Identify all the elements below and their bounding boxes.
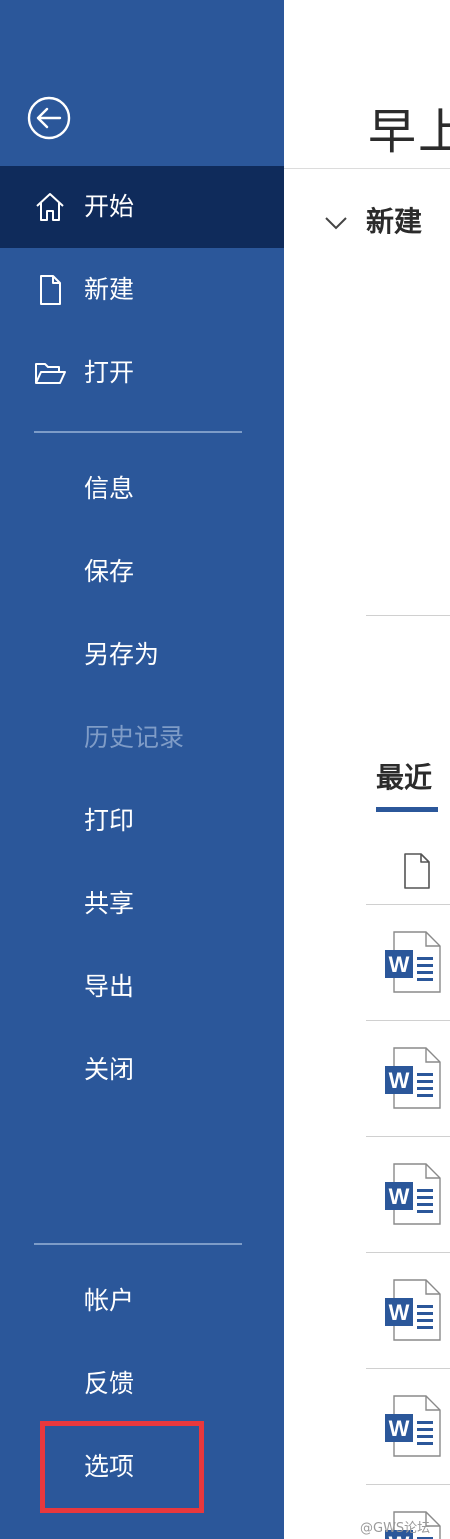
sidebar-item-new[interactable]: 新建 bbox=[0, 249, 284, 331]
open-folder-icon bbox=[35, 363, 66, 384]
sidebar-item-label: 打印 bbox=[84, 806, 135, 835]
sidebar-item-share[interactable]: 共享 bbox=[0, 863, 284, 945]
back-arrow-icon[interactable] bbox=[27, 96, 71, 140]
tab-recent[interactable]: 最近 bbox=[376, 756, 432, 796]
sidebar-item-open[interactable]: 打开 bbox=[0, 332, 284, 414]
recent-file-row[interactable]: W bbox=[366, 1136, 450, 1252]
sidebar-item-label: 开始 bbox=[84, 192, 135, 221]
sidebar-item-label: 历史记录 bbox=[84, 723, 185, 752]
sidebar-divider bbox=[34, 1243, 242, 1245]
tab-recent-underline bbox=[376, 807, 438, 812]
svg-text:W: W bbox=[389, 1184, 410, 1209]
word-document-icon: W bbox=[385, 1163, 441, 1225]
svg-text:W: W bbox=[389, 1300, 410, 1325]
section-divider bbox=[366, 615, 450, 616]
sidebar-item-history: 历史记录 bbox=[0, 697, 284, 779]
backstage-sidebar: 开始 新建 打开 信息 保存 另存为 历史记录 打印 共享 导出 关闭 帐户 反… bbox=[0, 0, 284, 1539]
word-document-icon: W bbox=[385, 1047, 441, 1109]
header-divider bbox=[284, 168, 450, 169]
sidebar-item-export[interactable]: 导出 bbox=[0, 946, 284, 1028]
row-divider bbox=[366, 1020, 450, 1021]
row-divider bbox=[366, 1252, 450, 1253]
sidebar-item-label: 打开 bbox=[84, 358, 135, 387]
new-section-heading: 新建 bbox=[366, 205, 423, 238]
recent-file-row[interactable]: W bbox=[366, 1252, 450, 1368]
new-document-icon bbox=[40, 275, 61, 305]
sidebar-item-label: 帐户 bbox=[84, 1286, 135, 1315]
sidebar-divider bbox=[34, 431, 242, 433]
sidebar-item-label: 关闭 bbox=[84, 1055, 135, 1084]
sidebar-item-label: 保存 bbox=[84, 557, 135, 586]
sidebar-item-label: 信息 bbox=[84, 474, 135, 503]
sidebar-item-close[interactable]: 关闭 bbox=[0, 1029, 284, 1111]
word-document-icon: W bbox=[385, 1279, 441, 1341]
sidebar-item-label: 导出 bbox=[84, 972, 135, 1001]
svg-text:W: W bbox=[389, 952, 410, 977]
sidebar-item-save[interactable]: 保存 bbox=[0, 531, 284, 613]
sidebar-item-account[interactable]: 帐户 bbox=[0, 1260, 284, 1342]
watermark: @GWS论坛 bbox=[360, 1521, 431, 1536]
word-document-icon: W bbox=[385, 1395, 441, 1457]
document-icon bbox=[404, 853, 430, 889]
row-divider bbox=[366, 1136, 450, 1137]
options-highlight-box bbox=[40, 1421, 204, 1513]
main-content: 早上 新建 最近 WWWWWW bbox=[284, 0, 450, 1539]
row-divider bbox=[366, 1368, 450, 1369]
sidebar-item-feedback[interactable]: 反馈 bbox=[0, 1343, 284, 1425]
chevron-down-icon[interactable] bbox=[318, 206, 354, 242]
sidebar-item-print[interactable]: 打印 bbox=[0, 780, 284, 862]
svg-text:W: W bbox=[389, 1068, 410, 1093]
sidebar-item-info[interactable]: 信息 bbox=[0, 448, 284, 530]
sidebar-item-label: 反馈 bbox=[84, 1369, 135, 1398]
greeting-title: 早上 bbox=[368, 104, 450, 160]
svg-text:W: W bbox=[389, 1416, 410, 1441]
recent-file-row[interactable]: W bbox=[366, 904, 450, 1020]
recent-file-row[interactable]: W bbox=[366, 1368, 450, 1484]
row-divider bbox=[366, 904, 450, 905]
word-document-icon: W bbox=[385, 931, 441, 993]
sidebar-item-save-as[interactable]: 另存为 bbox=[0, 614, 284, 696]
home-icon bbox=[36, 193, 64, 221]
row-divider bbox=[366, 1484, 450, 1485]
recent-file-row[interactable]: W bbox=[366, 1020, 450, 1136]
sidebar-item-label: 共享 bbox=[84, 889, 135, 918]
sidebar-item-label: 新建 bbox=[84, 275, 135, 304]
sidebar-item-home[interactable]: 开始 bbox=[0, 166, 284, 248]
sidebar-item-label: 另存为 bbox=[84, 640, 160, 669]
